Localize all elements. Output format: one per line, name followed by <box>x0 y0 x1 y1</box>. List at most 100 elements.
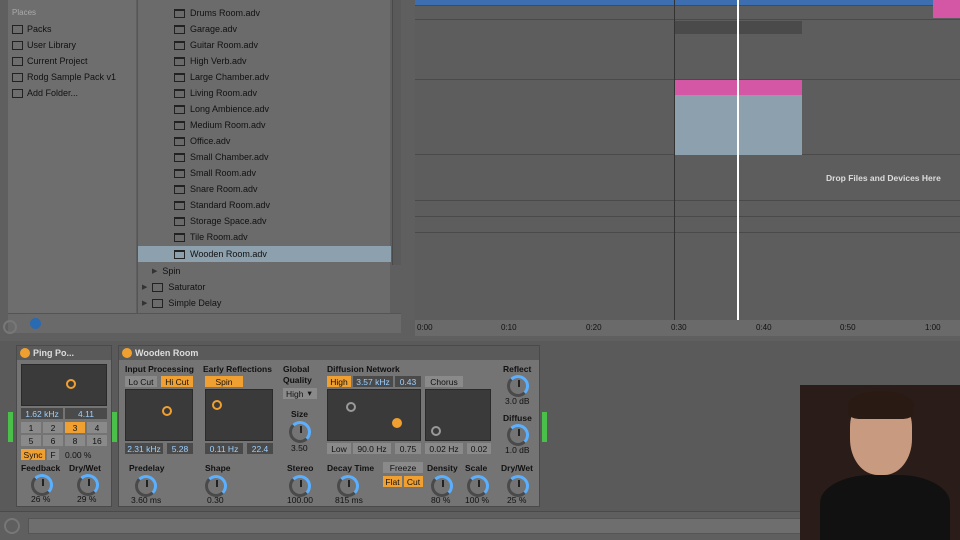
list-item[interactable]: Guitar Room.adv <box>138 37 391 53</box>
arrangement-view[interactable]: Drop Files and Devices Here <box>415 0 960 320</box>
chorus-rate-field[interactable]: 0.02 Hz <box>425 443 463 454</box>
sync-button[interactable]: Sync <box>21 449 45 460</box>
drywet-value: 29 % <box>77 494 97 504</box>
input-width-field[interactable]: 5.28 <box>167 443 193 454</box>
drywet-knob[interactable] <box>507 475 529 497</box>
folder-label: Spin <box>162 266 181 276</box>
list-item-selected[interactable]: Wooden Room.adv <box>138 246 391 262</box>
play-icon[interactable] <box>4 518 20 534</box>
list-item[interactable]: Storage Space.adv <box>138 213 391 229</box>
dn-freq-field[interactable]: 3.57 kHz <box>353 376 393 387</box>
spin-display[interactable] <box>205 389 273 441</box>
dn-handle-2[interactable] <box>392 418 402 428</box>
reflect-knob[interactable] <box>507 375 529 397</box>
folder-saturator[interactable]: ▶ Saturator <box>142 279 205 295</box>
list-item[interactable]: Tile Room.adv <box>138 229 391 245</box>
dn-handle-1[interactable] <box>346 402 356 412</box>
chevron-right-icon: ▶ <box>152 268 158 275</box>
list-item[interactable]: Medium Room.adv <box>138 117 391 133</box>
list-item[interactable]: Drums Room.adv <box>138 5 391 21</box>
feedback-knob[interactable] <box>31 474 53 496</box>
device-on-button[interactable] <box>20 348 30 358</box>
list-item[interactable]: Large Chamber.adv <box>138 69 391 85</box>
width-field[interactable]: 4.11 <box>65 408 107 419</box>
preset-icon <box>174 200 185 210</box>
hicut-button[interactable]: Hi Cut <box>161 376 193 387</box>
places-item-current-project[interactable]: Current Project <box>12 54 88 68</box>
list-item[interactable]: Small Room.adv <box>138 165 391 181</box>
freeze-button[interactable]: F <box>47 449 59 460</box>
list-item[interactable]: Standard Room.adv <box>138 197 391 213</box>
cut-button[interactable]: Cut <box>404 476 423 487</box>
flat-button[interactable]: Flat <box>383 476 402 487</box>
places-item-sample-pack[interactable]: Rodg Sample Pack v1 <box>12 70 116 84</box>
device-on-button[interactable] <box>122 348 132 358</box>
chorus-handle[interactable] <box>431 426 441 436</box>
browser-scrollbar[interactable] <box>392 0 401 265</box>
predelay-knob[interactable] <box>135 475 157 497</box>
filter-display[interactable] <box>21 364 107 406</box>
input-filter-display[interactable] <box>125 389 193 441</box>
size-knob[interactable] <box>289 421 311 443</box>
file-label: Guitar Room.adv <box>190 40 259 50</box>
places-item-add-folder[interactable]: Add Folder... <box>12 86 78 100</box>
list-item[interactable]: Living Room.adv <box>138 85 391 101</box>
list-item[interactable]: Small Chamber.adv <box>138 149 391 165</box>
places-item-packs[interactable]: Packs <box>12 22 52 36</box>
dn-lowfreq-field[interactable]: 90.0 Hz <box>353 443 391 454</box>
drywet-knob[interactable] <box>77 474 99 496</box>
locut-button[interactable]: Lo Cut <box>125 376 157 387</box>
browser-toggle-icon[interactable] <box>3 320 17 334</box>
stereo-knob[interactable] <box>289 475 311 497</box>
freeze-button[interactable]: Freeze <box>383 462 423 473</box>
beat-2-button[interactable]: 2 <box>43 422 63 433</box>
chorus-button[interactable]: Chorus <box>425 376 463 387</box>
list-item[interactable]: Garage.adv <box>138 21 391 37</box>
input-freq-field[interactable]: 2.31 kHz <box>125 443 163 454</box>
list-item[interactable]: Long Ambience.adv <box>138 101 391 117</box>
file-label: Living Room.adv <box>190 88 258 98</box>
stereo-label: Stereo <box>287 463 314 473</box>
chorus-amount-field[interactable]: 0.02 <box>467 443 491 454</box>
offset-value[interactable]: 0.00 % <box>65 450 91 460</box>
beat-1-button[interactable]: 1 <box>21 422 41 433</box>
places-item-user-library[interactable]: User Library <box>12 38 76 52</box>
beat-6-button[interactable]: 6 <box>43 435 63 446</box>
shape-knob[interactable] <box>205 475 227 497</box>
list-item[interactable]: High Verb.adv <box>138 53 391 69</box>
dn-low-button[interactable]: Low <box>327 443 351 454</box>
list-item[interactable]: Office.adv <box>138 133 391 149</box>
freq-field[interactable]: 1.62 kHz <box>21 408 63 419</box>
list-item[interactable]: Snare Room.adv <box>138 181 391 197</box>
chorus-display[interactable] <box>425 389 491 441</box>
folder-simple-delay[interactable]: ▶ Simple Delay <box>142 295 221 311</box>
beat-16-button[interactable]: 16 <box>87 435 107 446</box>
diffuse-knob[interactable] <box>507 424 529 446</box>
scale-knob[interactable] <box>467 475 489 497</box>
filter-handle[interactable] <box>162 406 172 416</box>
folder-spin[interactable]: ▶ Spin <box>152 263 180 279</box>
dn-lowq-field[interactable]: 0.75 <box>395 443 421 454</box>
density-knob[interactable] <box>431 475 453 497</box>
dn-q-field[interactable]: 0.43 <box>395 376 421 387</box>
webcam-overlay <box>800 385 960 540</box>
filter-handle[interactable] <box>66 379 76 389</box>
quality-select[interactable]: High ▾ <box>283 388 317 399</box>
add-folder-icon <box>12 88 23 98</box>
er-amount-field[interactable]: 22.4 <box>247 443 273 454</box>
decay-knob[interactable] <box>337 475 359 497</box>
diffusion-display[interactable] <box>327 389 421 441</box>
er-rate-field[interactable]: 0.11 Hz <box>205 443 243 454</box>
beat-8-button[interactable]: 8 <box>65 435 85 446</box>
time-ruler[interactable]: 0:00 0:10 0:20 0:30 0:40 0:50 1:00 <box>415 320 960 336</box>
predelay-label: Predelay <box>129 463 165 473</box>
loop-marker <box>674 0 675 320</box>
beat-4-button[interactable]: 4 <box>87 422 107 433</box>
spin-handle[interactable] <box>212 400 222 410</box>
drop-hint: Drop Files and Devices Here <box>826 173 941 183</box>
dn-high-button[interactable]: High <box>327 376 351 387</box>
beat-5-button[interactable]: 5 <box>21 435 41 446</box>
spin-button[interactable]: Spin <box>205 376 243 387</box>
preview-icon[interactable] <box>30 318 41 329</box>
beat-3-button[interactable]: 3 <box>65 422 85 433</box>
